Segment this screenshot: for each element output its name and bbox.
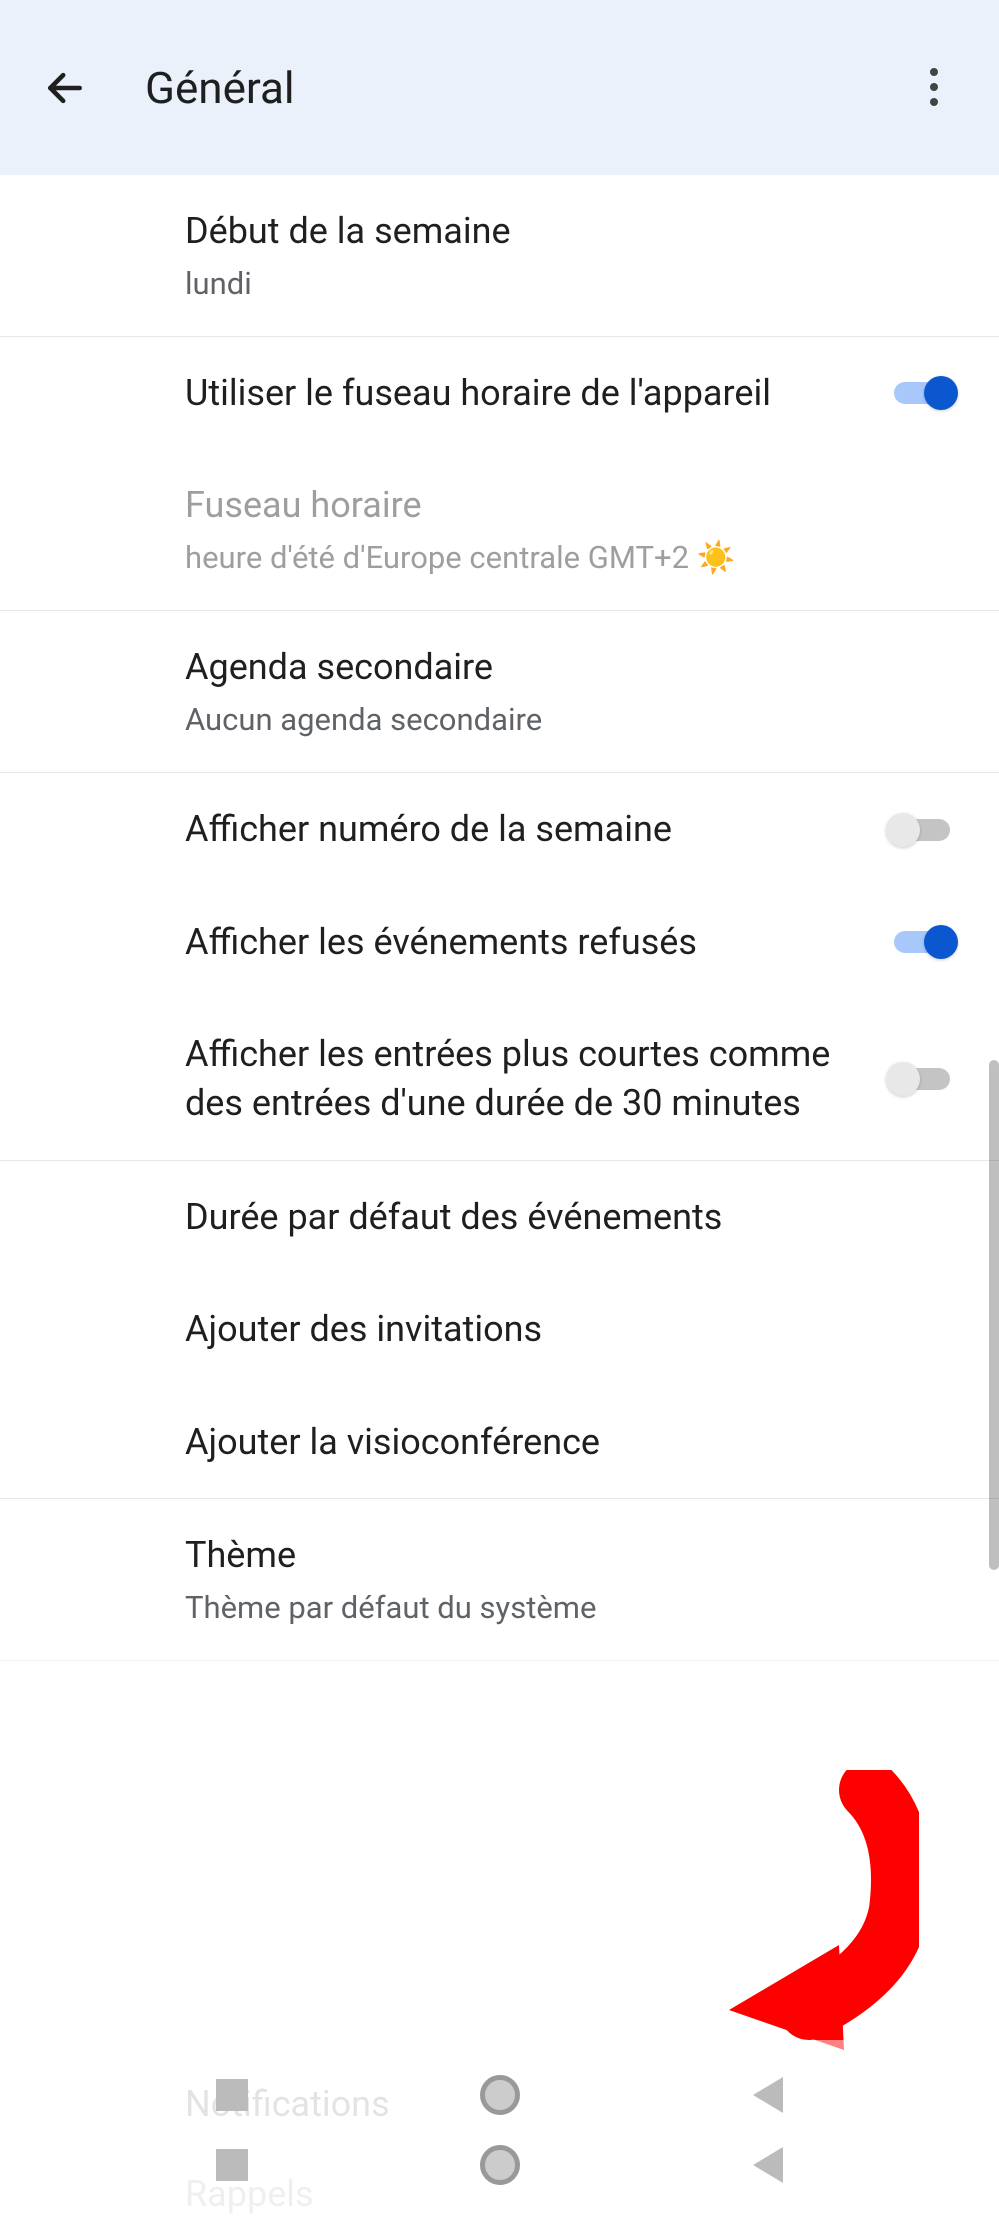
setting-add-video-conference[interactable]: Ajouter la visioconférence	[0, 1386, 999, 1500]
setting-secondary-agenda[interactable]: Agenda secondaire Aucun agenda secondair…	[0, 611, 999, 773]
setting-label: Agenda secondaire	[185, 643, 839, 692]
setting-label: Début de la semaine	[185, 207, 839, 256]
setting-label: Ajouter des invitations	[185, 1305, 839, 1354]
setting-label: Utiliser le fuseau horaire de l'appareil	[185, 369, 839, 418]
annotation-arrow-icon	[669, 1770, 919, 2054]
app-bar: Général	[0, 0, 999, 175]
setting-show-week-number[interactable]: Afficher numéro de la semaine	[0, 773, 999, 886]
toggle-switch[interactable]	[884, 809, 959, 851]
toggle-switch[interactable]	[884, 921, 959, 963]
setting-label: Afficher numéro de la semaine	[185, 805, 839, 854]
nav-home-icon[interactable]	[480, 2145, 520, 2185]
nav-home-icon[interactable]	[480, 2075, 520, 2115]
nav-back-icon[interactable]	[753, 2077, 783, 2113]
toggle-switch[interactable]	[884, 1058, 959, 1100]
nav-recents-icon[interactable]	[216, 2079, 248, 2111]
setting-value: lundi	[185, 264, 839, 304]
nav-recents-icon[interactable]	[216, 2149, 248, 2181]
setting-label: Ajouter la visioconférence	[185, 1418, 839, 1467]
setting-label: Fuseau horaire	[185, 481, 839, 530]
setting-value: heure d'été d'Europe centrale GMT+2 ☀️	[185, 538, 839, 578]
setting-theme[interactable]: Thème Thème par défaut du système	[0, 1499, 999, 1661]
setting-use-device-timezone[interactable]: Utiliser le fuseau horaire de l'appareil	[0, 337, 999, 450]
setting-label: Thème	[185, 1531, 839, 1580]
nav-back-icon[interactable]	[753, 2147, 783, 2183]
system-nav-bar	[0, 2040, 999, 2220]
page-title: Général	[145, 62, 295, 114]
setting-show-declined[interactable]: Afficher les événements refusés	[0, 886, 999, 999]
back-arrow-icon[interactable]	[40, 63, 90, 113]
setting-value: Aucun agenda secondaire	[185, 700, 839, 740]
setting-timezone: Fuseau horaire heure d'été d'Europe cent…	[0, 449, 999, 611]
more-vert-icon[interactable]	[909, 62, 959, 112]
setting-default-duration[interactable]: Durée par défaut des événements	[0, 1161, 999, 1274]
setting-show-short-entries[interactable]: Afficher les entrées plus courtes comme …	[0, 998, 999, 1160]
setting-add-invitations[interactable]: Ajouter des invitations	[0, 1273, 999, 1386]
toggle-switch[interactable]	[884, 372, 959, 414]
scrollbar-thumb[interactable]	[989, 1060, 999, 1570]
settings-list: Début de la semaine lundi Utiliser le fu…	[0, 175, 999, 1661]
setting-label: Afficher les entrées plus courtes comme …	[185, 1030, 839, 1127]
setting-week-start[interactable]: Début de la semaine lundi	[0, 175, 999, 337]
setting-label: Durée par défaut des événements	[185, 1193, 839, 1242]
setting-value: Thème par défaut du système	[185, 1588, 839, 1628]
setting-label: Afficher les événements refusés	[185, 918, 839, 967]
